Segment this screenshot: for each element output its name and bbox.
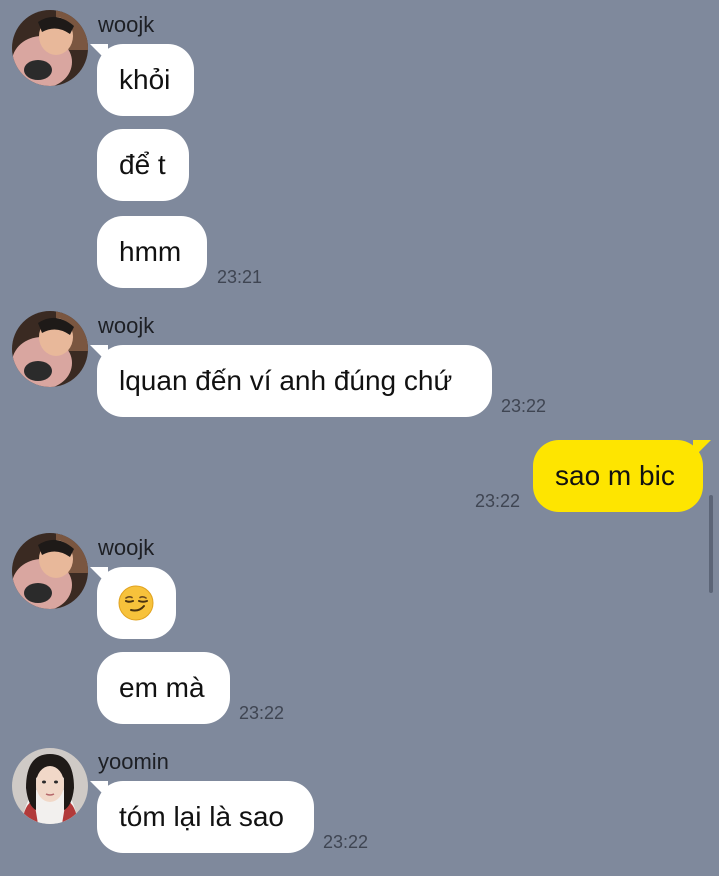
- message-bubble[interactable]: hmm: [97, 216, 207, 288]
- message-timestamp: 23:21: [217, 267, 263, 287]
- message-bubble[interactable]: để t: [97, 129, 189, 201]
- message-timestamp: 23:22: [501, 396, 547, 416]
- message-bubble[interactable]: lquan đến ví anh đúng chứ: [90, 345, 492, 417]
- message-bubble[interactable]: khỏi: [90, 44, 194, 116]
- avatar-photo-icon: [12, 748, 88, 824]
- sender-name: yoomin: [98, 749, 169, 774]
- avatar-photo-icon: [12, 10, 88, 86]
- message-timestamp: 23:22: [475, 491, 521, 511]
- message-timestamp: 23:22: [239, 703, 285, 723]
- avatar-yoomin[interactable]: [12, 748, 88, 824]
- message-bubble[interactable]: em mà: [97, 652, 230, 724]
- avatar-woojk[interactable]: [12, 10, 88, 86]
- sender-name: woojk: [98, 12, 155, 37]
- avatar-woojk[interactable]: [12, 533, 88, 609]
- sender-name: woojk: [98, 313, 155, 338]
- message-bubble[interactable]: tóm lại là sao: [90, 781, 314, 853]
- sender-name: woojk: [98, 535, 155, 560]
- smirking-face-emoji-icon: [118, 585, 154, 621]
- avatar-photo-icon: [12, 533, 88, 609]
- scrollbar[interactable]: [709, 495, 713, 593]
- message-timestamp: 23:22: [323, 832, 369, 852]
- avatar-woojk[interactable]: [12, 311, 88, 387]
- avatar-photo-icon: [12, 311, 88, 387]
- my-message-bubble[interactable]: sao m bic: [533, 440, 711, 512]
- message-bubble-emoji[interactable]: [90, 567, 176, 639]
